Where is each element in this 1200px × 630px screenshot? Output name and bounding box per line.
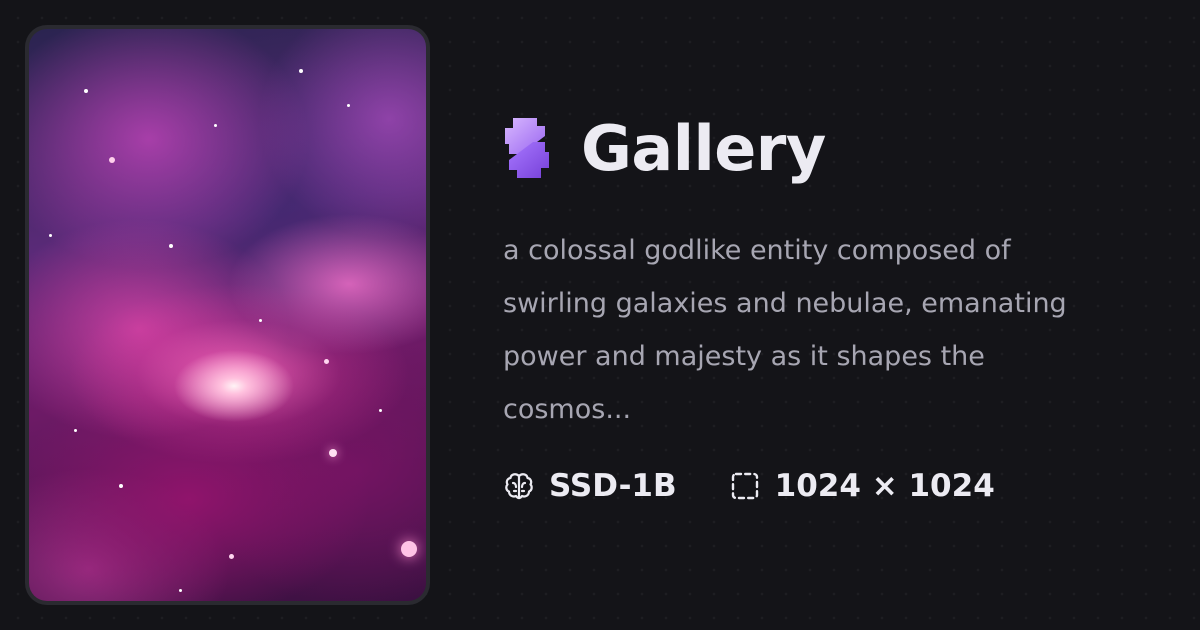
star	[229, 554, 234, 559]
star	[259, 319, 262, 322]
image-prompt-text: a colossal godlike entity composed of sw…	[503, 235, 1067, 425]
image-card[interactable]	[25, 25, 430, 605]
size-info: 1024 × 1024	[729, 468, 995, 504]
header: Gallery	[503, 108, 1123, 188]
star	[214, 124, 217, 127]
content-panel: Gallery a colossal godlike entity compos…	[503, 108, 1123, 436]
dashed-square-icon	[731, 472, 758, 500]
star	[179, 589, 182, 592]
nebula-artwork-image	[29, 29, 426, 601]
star	[74, 429, 77, 432]
star	[379, 409, 382, 412]
star	[329, 449, 337, 457]
star	[49, 234, 52, 237]
star	[324, 359, 329, 364]
star	[109, 157, 115, 163]
star	[169, 244, 173, 248]
star	[401, 541, 417, 557]
model-label: SSD-1B	[549, 468, 677, 504]
gallery-logo-icon	[505, 118, 549, 178]
star	[84, 89, 88, 93]
star	[347, 104, 350, 107]
size-label: 1024 × 1024	[774, 468, 995, 504]
model-info: SSD-1B	[503, 468, 677, 504]
image-meta: SSD-1B 1024 × 1024	[503, 468, 995, 504]
page-title: Gallery	[581, 111, 826, 185]
star	[299, 69, 303, 73]
star	[119, 484, 123, 488]
brain-icon	[505, 473, 533, 500]
